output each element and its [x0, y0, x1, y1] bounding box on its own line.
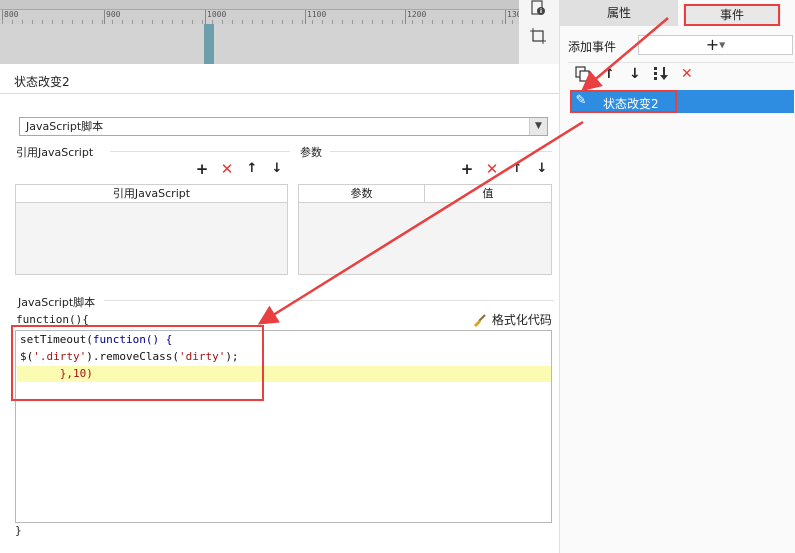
annotation-arrow	[257, 120, 584, 325]
annotation-arrows	[257, 17, 669, 325]
annotation-arrow	[581, 17, 669, 92]
